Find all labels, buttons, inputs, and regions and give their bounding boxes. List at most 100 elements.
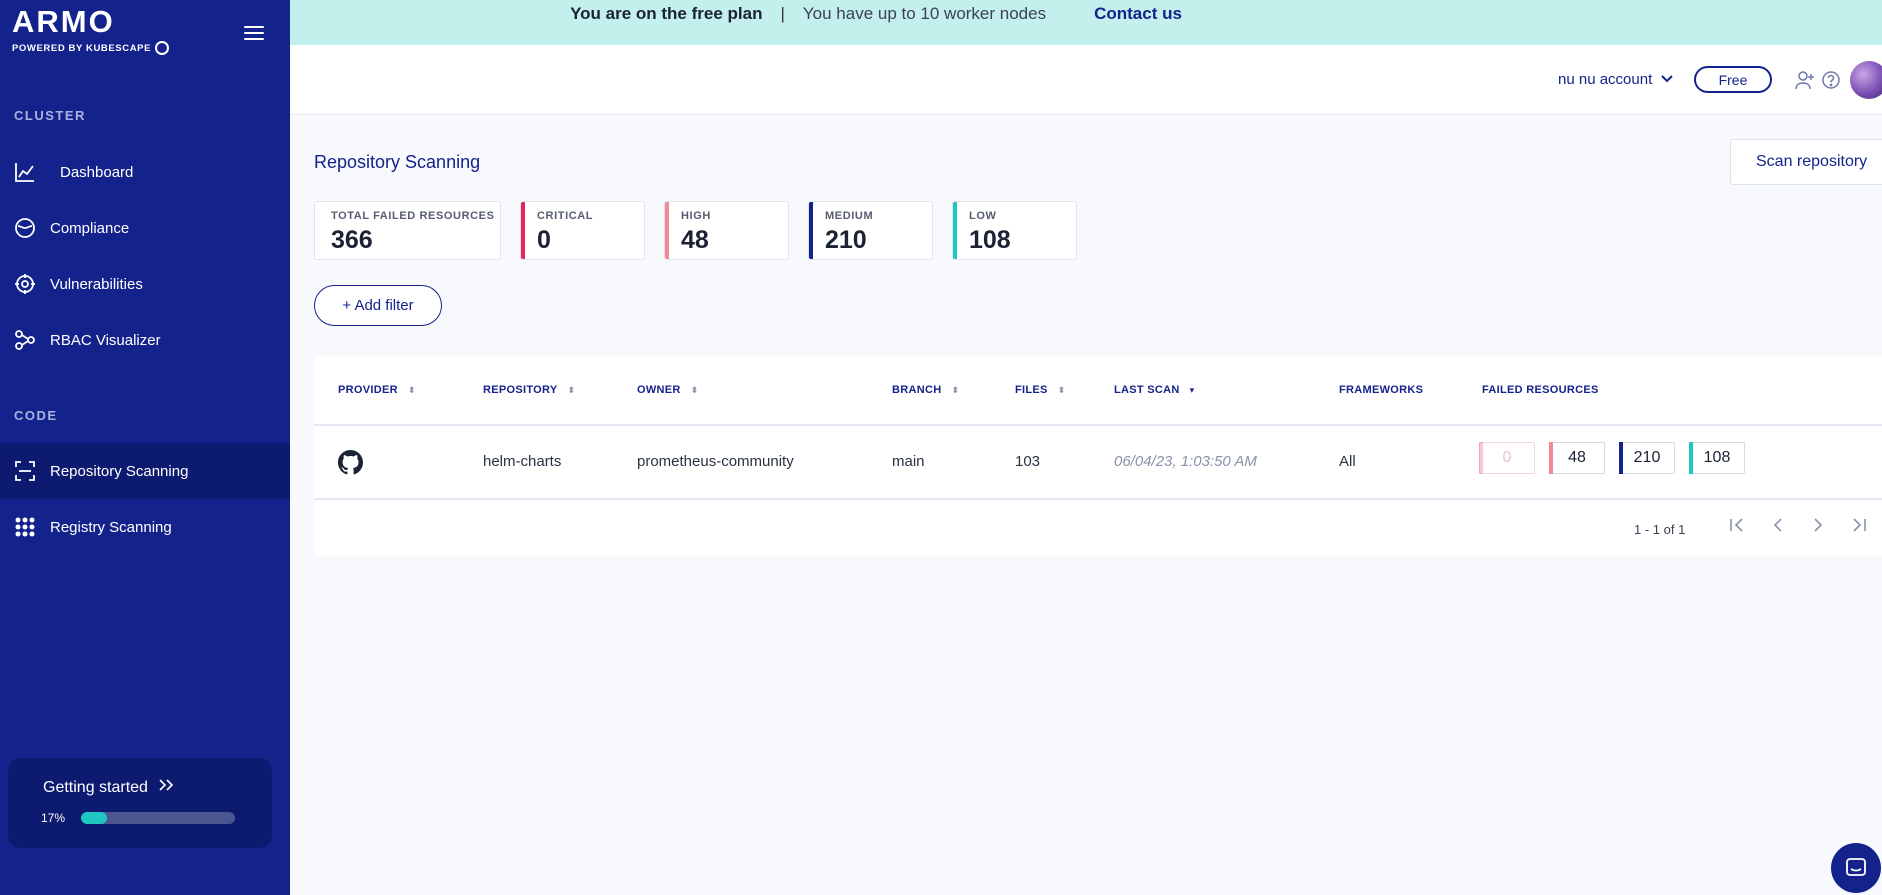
stat-low: LOW 108 [952,201,1077,260]
first-page-icon[interactable] [1728,516,1746,540]
getting-started-panel[interactable]: Getting started 17% [8,758,272,848]
owner-name: prometheus-community [637,453,794,470]
low-color-bar [953,202,957,259]
sidebar-item-compliance[interactable]: Compliance [0,200,290,256]
critical-color-bar [521,202,525,259]
repository-table: PROVIDER ⬍ REPOSITORY ⬍ OWNER ⬍ BRANCH ⬍ FIL… [314,356,1882,556]
nodes-text: You have up to 10 worker nodes [802,3,1047,23]
stat-label: HIGH [681,210,711,222]
chart-icon [14,161,36,183]
last-scan-time: 06/04/23, 1:03:50 AM [1114,453,1257,470]
medium-color-bar [809,202,813,259]
sidebar-item-label: Vulnerabilities [50,275,143,293]
chat-launcher-icon[interactable] [1831,843,1881,893]
column-header-provider[interactable]: PROVIDER ⬍ [338,384,416,396]
github-icon [338,450,363,479]
scan-icon [14,460,36,482]
banner-separator: | [780,3,785,23]
scan-repository-button[interactable]: Scan repository [1730,139,1882,185]
sidebar-item-label: Dashboard [60,163,134,181]
low-count-chip: 108 [1689,442,1745,474]
column-header-branch[interactable]: BRANCH ⬍ [892,384,959,396]
sidebar-item-registry-scanning[interactable]: Registry Scanning [0,499,290,555]
sidebar-item-rbac-visualizer[interactable]: RBAC Visualizer [0,312,290,368]
sidebar-item-label: Registry Scanning [50,518,172,536]
next-page-icon[interactable] [1809,516,1827,540]
top-header: nu nu account Free [290,45,1882,115]
getting-started-progress [81,812,235,824]
stat-value: 210 [825,226,867,254]
stat-label: TOTAL FAILED RESOURCES [331,210,495,222]
files-count: 103 [1015,453,1041,470]
contact-us-link[interactable]: Contact us [1094,4,1182,24]
table-row[interactable]: helm-charts prometheus-community main 10… [314,426,1882,500]
stat-medium: MEDIUM 210 [808,201,933,260]
column-header-files[interactable]: FILES ⬍ [1015,384,1066,396]
getting-started-label: Getting started [43,778,148,796]
frameworks-value: All [1339,453,1356,470]
sidebar-item-vulnerabilities[interactable]: Vulnerabilities [0,256,290,312]
column-header-failed-resources: FAILED RESOURCES [1482,384,1599,396]
avatar[interactable] [1850,61,1882,99]
plan-banner: You are on the free plan | You have up t… [290,0,1882,45]
stat-value: 108 [969,226,1011,254]
plan-text: You are on the free plan [570,3,763,23]
stat-high: HIGH 48 [664,201,789,260]
compliance-icon [14,217,36,239]
sort-icon: ⬍ [567,384,576,395]
section-code: CODE [14,408,58,423]
column-header-repository[interactable]: REPOSITORY ⬍ [483,384,575,396]
help-icon[interactable] [1820,69,1842,91]
graph-icon [14,329,36,351]
brand-logo[interactable]: ARMO POWERED BY KUBESCAPE [12,4,170,55]
account-name: nu nu account [1558,71,1653,88]
last-page-icon[interactable] [1850,516,1868,540]
progress-fill [81,812,108,824]
chevron-down-icon [1660,71,1674,88]
sidebar-item-label: Repository Scanning [50,462,189,480]
sidebar-item-label: Compliance [50,219,130,237]
stat-value: 48 [681,226,709,254]
plan-pill[interactable]: Free [1694,66,1772,93]
column-header-owner[interactable]: OWNER ⬍ [637,384,699,396]
add-user-icon[interactable] [1794,69,1816,91]
branch-name: main [892,453,925,470]
stat-label: LOW [969,210,997,222]
brand-tagline: POWERED BY KUBESCAPE [12,42,152,54]
double-chevron-right-icon [158,778,176,797]
low-chip-bar [1689,442,1693,474]
sidebar-item-dashboard[interactable]: Dashboard [0,144,290,200]
getting-started-percent: 17% [41,811,66,825]
previous-page-icon[interactable] [1769,516,1787,540]
menu-toggle-icon[interactable] [244,26,264,42]
high-color-bar [665,202,669,259]
account-selector[interactable]: nu nu account [1558,71,1674,88]
brand-name: ARMO [12,4,115,39]
repository-name: helm-charts [483,453,562,470]
high-count-chip: 48 [1549,442,1605,474]
sidebar-item-repository-scanning[interactable]: Repository Scanning [0,443,290,499]
page-title: Repository Scanning [314,152,481,172]
medium-count-chip: 210 [1619,442,1675,474]
pagination-summary: 1 - 1 of 1 [1634,522,1686,537]
stat-total-failed: TOTAL FAILED RESOURCES 366 [314,201,501,260]
medium-chip-bar [1619,442,1623,474]
sort-icon: ⬍ [407,384,416,395]
stat-label: MEDIUM [825,210,874,222]
sort-desc-icon: ▾ [1189,384,1195,395]
column-header-last-scan[interactable]: LAST SCAN ▾ [1114,384,1194,396]
high-chip-bar [1549,442,1553,474]
critical-chip-bar [1479,442,1483,474]
sort-icon: ⬍ [951,384,960,395]
section-cluster: CLUSTER [14,108,86,123]
stat-value: 0 [537,226,551,254]
kubescape-icon [155,41,170,55]
sidebar: ARMO POWERED BY KUBESCAPE CLUSTER Dashbo… [0,0,290,895]
stat-value: 366 [331,226,373,254]
critical-count-chip: 0 [1479,442,1535,474]
sort-icon: ⬍ [690,384,699,395]
vulnerability-icon [14,273,36,295]
add-filter-button[interactable]: + Add filter [314,285,442,326]
stat-label: CRITICAL [537,210,594,222]
stat-critical: CRITICAL 0 [520,201,645,260]
